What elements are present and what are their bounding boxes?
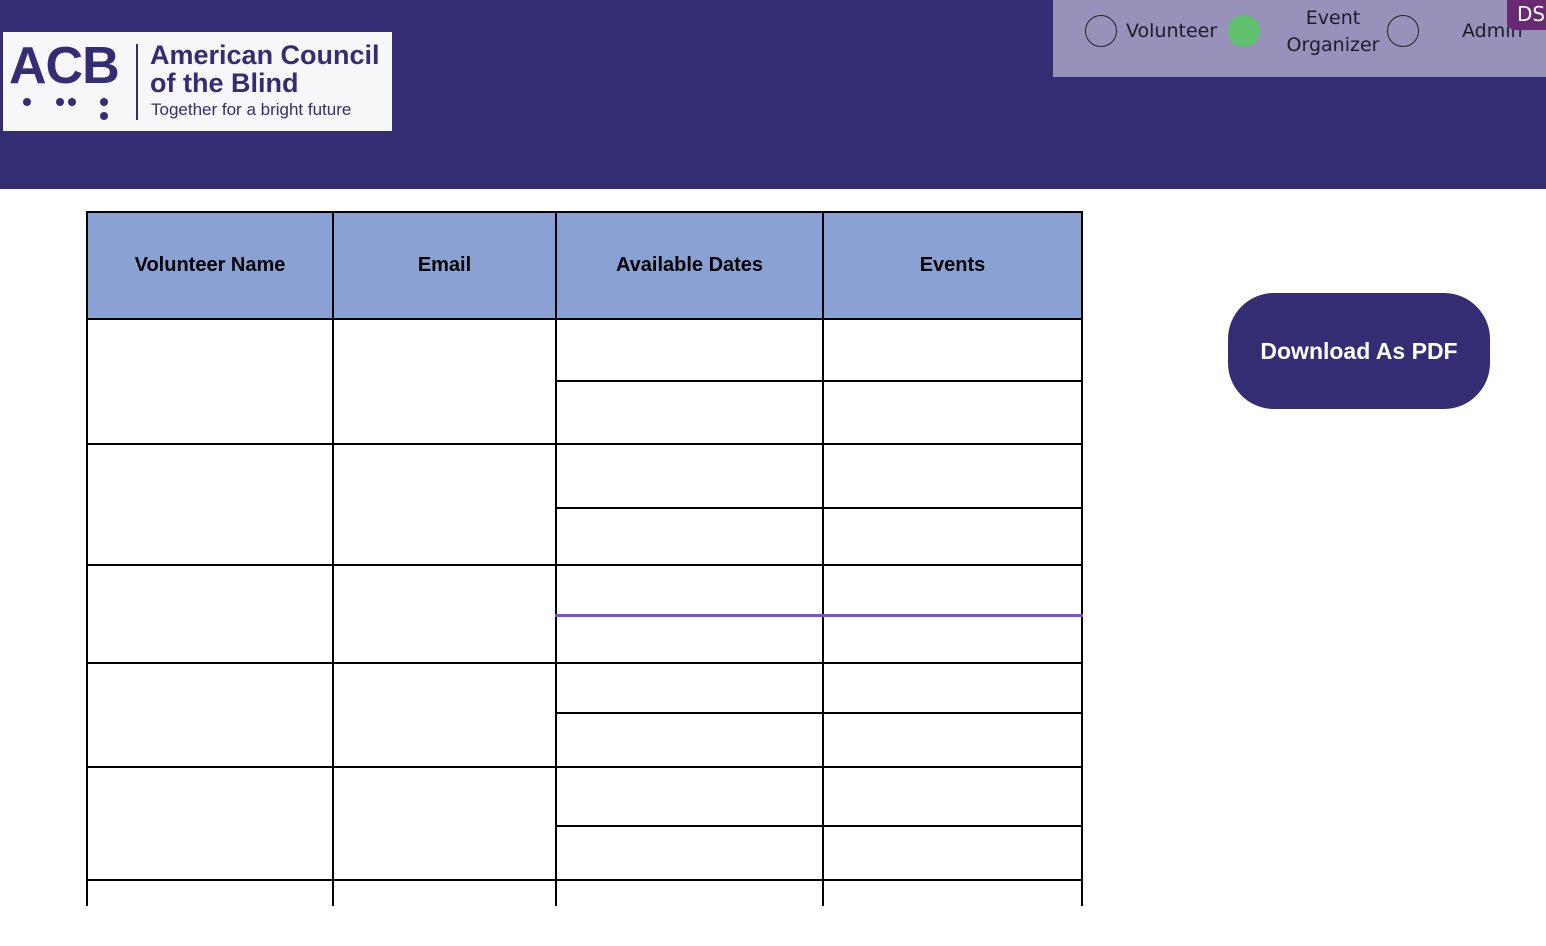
cell-available-date[interactable] — [555, 614, 824, 665]
logo-divider — [136, 44, 138, 120]
cell-event[interactable] — [822, 443, 1083, 509]
cell-event[interactable] — [822, 380, 1083, 446]
cell-volunteer-name[interactable] — [86, 878, 334, 906]
logo-org-name: American Council of the Blind — [150, 41, 380, 97]
cell-volunteer-name[interactable] — [86, 563, 334, 665]
table-row — [86, 878, 1083, 906]
logo-org-line1: American Council — [150, 40, 380, 70]
cell-email[interactable] — [332, 563, 557, 665]
cell-event[interactable] — [822, 824, 1083, 881]
cell-available-date[interactable] — [555, 317, 824, 383]
table-row — [86, 443, 1083, 566]
braille-dots-icon — [23, 98, 108, 120]
role-label-event-organizer-line1: Event — [1305, 7, 1361, 29]
logo-org-line2: of the Blind — [150, 68, 299, 98]
cell-email[interactable] — [332, 662, 557, 769]
table-row — [86, 317, 1083, 446]
cell-event[interactable] — [822, 878, 1083, 906]
cell-available-date[interactable] — [555, 563, 824, 617]
table-row — [86, 766, 1083, 881]
column-header-available-dates[interactable]: Available Dates — [555, 211, 824, 320]
cell-available-date[interactable] — [555, 766, 824, 827]
role-label-volunteer[interactable]: Volunteer — [1126, 18, 1217, 45]
cell-volunteer-name[interactable] — [86, 766, 334, 881]
volunteer-table: Volunteer Name Email Available Dates Eve… — [86, 211, 1083, 906]
role-radio-admin[interactable] — [1387, 15, 1419, 47]
column-header-volunteer-name[interactable]: Volunteer Name — [86, 211, 334, 320]
cell-available-date[interactable] — [555, 506, 824, 566]
table-row — [86, 662, 1083, 769]
cell-volunteer-name[interactable] — [86, 317, 334, 446]
table-row — [86, 563, 1083, 665]
cell-event[interactable] — [822, 506, 1083, 566]
cell-email[interactable] — [332, 766, 557, 881]
role-label-event-organizer-line2: Organizer — [1286, 34, 1380, 56]
cell-available-date[interactable] — [555, 824, 824, 881]
cell-event[interactable] — [822, 766, 1083, 827]
role-radio-event-organizer[interactable] — [1228, 15, 1260, 47]
cell-volunteer-name[interactable] — [86, 443, 334, 566]
column-header-events[interactable]: Events — [822, 211, 1083, 320]
cell-available-date[interactable] — [555, 443, 824, 509]
cell-email[interactable] — [332, 878, 557, 906]
cell-email[interactable] — [332, 443, 557, 566]
cell-event[interactable] — [822, 317, 1083, 383]
table-header-row: Volunteer Name Email Available Dates Eve… — [86, 211, 1083, 320]
cell-event[interactable] — [822, 563, 1083, 617]
logo-tagline: Together for a bright future — [151, 100, 352, 119]
download-pdf-button[interactable]: Download As PDF — [1228, 293, 1490, 409]
site-header: ACB American Council of the Blind Togeth… — [0, 0, 1546, 189]
cell-available-date[interactable] — [555, 380, 824, 446]
cell-available-date[interactable] — [555, 878, 824, 906]
role-label-event-organizer[interactable]: Event Organizer — [1278, 5, 1388, 59]
cell-event[interactable] — [822, 614, 1083, 665]
cell-email[interactable] — [332, 317, 557, 446]
cell-available-date[interactable] — [555, 662, 824, 715]
cell-event[interactable] — [822, 662, 1083, 715]
role-radio-volunteer[interactable] — [1085, 15, 1117, 47]
cell-available-date[interactable] — [555, 712, 824, 769]
column-header-email[interactable]: Email — [332, 211, 557, 320]
cell-volunteer-name[interactable] — [86, 662, 334, 769]
role-selector: Volunteer Event Organizer Admin — [1053, 0, 1546, 77]
user-avatar-badge[interactable]: DS — [1507, 0, 1546, 30]
cell-event[interactable] — [822, 712, 1083, 769]
acb-logo[interactable]: ACB American Council of the Blind Togeth… — [3, 32, 392, 131]
